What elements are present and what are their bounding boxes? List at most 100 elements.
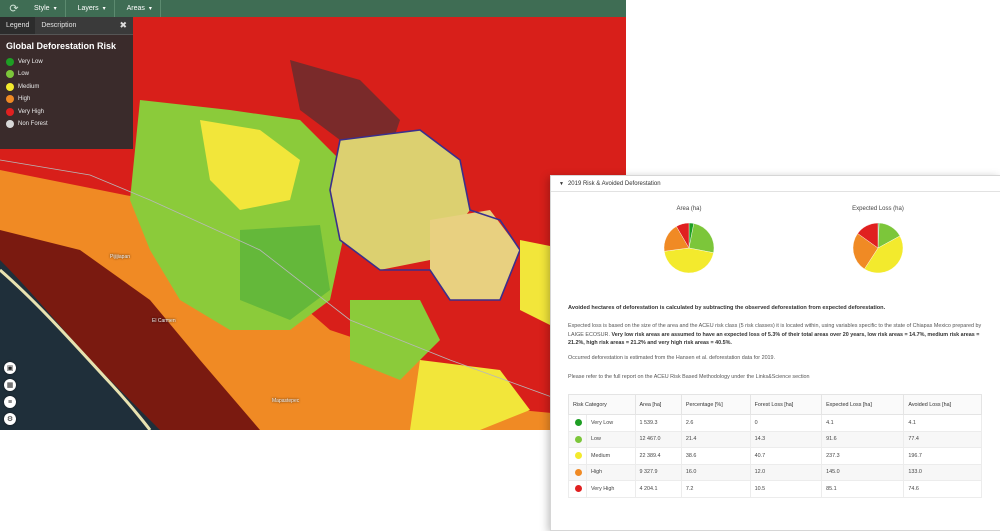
risk-color-dot <box>575 452 582 460</box>
legend-swatch <box>6 107 14 116</box>
legend-item: High <box>6 94 127 105</box>
expected-loss-cell: 4.1 <box>821 414 905 432</box>
forest-loss-cell: 14.3 <box>749 430 823 448</box>
legend-swatch <box>6 82 14 91</box>
place-label: El Carmen <box>152 318 176 324</box>
area-cell: 22 389.4 <box>634 447 682 465</box>
legend-item-label: Non Forest <box>18 121 48 127</box>
area-cell: 9 327.9 <box>634 463 682 481</box>
risk-color-cell <box>568 447 587 465</box>
tab-description[interactable]: Description <box>35 17 82 34</box>
results-header-label: 2019 Risk & Avoided Deforestation <box>567 180 661 187</box>
risk-category-cell: Very High <box>586 480 636 498</box>
expected-explanation: Expected loss is based on the size of th… <box>568 322 988 348</box>
results-header[interactable]: ▼ 2019 Risk & Avoided Deforestation <box>551 176 1000 192</box>
area-pie-block: Area (ha) <box>639 206 739 281</box>
chevron-down-icon: ▾ <box>53 6 57 12</box>
risk-table: Risk Category Area [ha] Percentage [%] F… <box>568 394 982 498</box>
close-icon[interactable]: ✖ <box>113 17 133 34</box>
col-forest-loss: Forest Loss [ha] <box>749 394 823 415</box>
legend-item: Low <box>6 69 127 80</box>
legend-swatch <box>6 70 14 78</box>
area-cell: 12 467.0 <box>634 430 682 448</box>
collapse-triangle-icon[interactable]: ▼ <box>559 181 564 187</box>
expected-loss-cell: 237.3 <box>821 447 905 465</box>
refer-note: Please refer to the full report on the A… <box>568 374 810 380</box>
table-row: Low 12 467.0 21.4 14.3 91.6 77.4 <box>568 430 982 448</box>
legend-item: Very High <box>6 106 127 117</box>
app-screen: ⟳ Style ▾ Layers ▾ Areas ▾ Legend Descripti… <box>0 0 1000 531</box>
percentage-cell: 16.0 <box>680 463 751 481</box>
settings-icon[interactable]: ⚙ <box>4 413 16 425</box>
legend-title: Global Deforestation Risk <box>6 41 117 51</box>
legend-item: Very Low <box>6 56 127 67</box>
legend-swatch <box>6 95 14 103</box>
calendar-icon[interactable]: ▦ <box>4 379 16 391</box>
place-label: Pijijiapan <box>110 254 131 260</box>
list-icon[interactable]: ≡ <box>4 396 16 408</box>
forest-loss-cell: 12.0 <box>749 463 823 481</box>
legend-list: Very Low Low Medium High Very High Non F… <box>0 56 133 130</box>
area-pie-title: Area (ha) <box>676 206 702 212</box>
avoided-loss-cell: 77.4 <box>903 430 982 448</box>
percentage-cell: 2.6 <box>680 414 751 432</box>
menu-layers-label: Layers <box>77 5 99 12</box>
table-header-row: Risk Category Area [ha] Percentage [%] F… <box>568 394 982 415</box>
loss-pie-title: Expected Loss (ha) <box>852 206 904 212</box>
risk-color-dot <box>575 435 582 443</box>
risk-color-dot <box>575 419 582 427</box>
legend-item-label: Very Low <box>18 58 43 65</box>
percentage-cell: 7.2 <box>680 480 751 498</box>
risk-category-cell: High <box>586 463 636 481</box>
legend-item: Medium <box>6 81 127 92</box>
legend-item-label: Medium <box>18 83 40 90</box>
percentage-cell: 38.6 <box>680 447 751 465</box>
risk-color-cell <box>568 463 587 481</box>
save-icon[interactable]: ▣ <box>4 362 16 374</box>
risk-color-cell <box>568 414 587 432</box>
col-risk-category: Risk Category <box>568 394 636 415</box>
risk-color-cell <box>568 480 587 498</box>
avoided-explanation: Avoided hectares of deforestation is cal… <box>568 305 886 311</box>
tab-legend[interactable]: Legend <box>0 17 36 34</box>
expected-explanation-b: Very low risk areas are assumed to have … <box>568 331 980 347</box>
table-row: Very Low 1 539.3 2.6 0 4.1 4.1 <box>568 414 982 432</box>
risk-category-cell: Very Low <box>586 414 636 432</box>
menu-style[interactable]: Style ▾ <box>22 0 66 17</box>
avoided-loss-cell: 196.7 <box>903 447 982 465</box>
menu-layers[interactable]: Layers ▾ <box>66 0 115 17</box>
area-pie-chart <box>663 222 715 274</box>
menu-areas[interactable]: Areas ▾ <box>115 0 161 17</box>
loss-pie-block: Expected Loss (ha) <box>828 206 928 281</box>
legend-item-label: Very High <box>18 108 45 115</box>
avoided-loss-cell: 4.1 <box>903 414 982 432</box>
area-pie-slice-medium <box>663 247 714 274</box>
risk-category-cell: Medium <box>586 447 636 465</box>
avoided-loss-cell: 133.0 <box>903 463 982 481</box>
globe-leaf-icon[interactable]: ⟳ <box>6 0 22 17</box>
forest-loss-cell: 40.7 <box>749 447 823 465</box>
table-row: Very High 4 204.1 7.2 10.5 85.1 74.6 <box>568 480 982 498</box>
legend-panel: Legend Description ✖ Global Deforestatio… <box>0 17 133 149</box>
risk-color-cell <box>568 430 587 448</box>
area-cell: 1 539.3 <box>634 414 682 432</box>
loss-pie-chart <box>852 222 904 274</box>
col-area: Area [ha] <box>634 394 682 415</box>
legend-item-label: Low <box>18 71 30 77</box>
menu-areas-label: Areas <box>126 5 145 12</box>
avoided-loss-cell: 74.6 <box>903 480 982 498</box>
col-percentage: Percentage [%] <box>680 394 751 415</box>
occurred-explanation: Occurred deforestation is estimated from… <box>568 355 776 361</box>
col-expected-loss: Expected Loss [ha] <box>821 394 905 415</box>
results-panel: ▼ 2019 Risk & Avoided Deforestation Area… <box>550 175 1000 531</box>
chevron-down-icon: ▾ <box>102 6 106 12</box>
map-view[interactable]: ⟳ Style ▾ Layers ▾ Areas ▾ Legend Descripti… <box>0 0 626 430</box>
place-label: Mapastepec <box>272 398 300 404</box>
risk-color-dot <box>575 468 582 476</box>
legend-item-label: High <box>18 96 31 102</box>
area-cell: 4 204.1 <box>634 480 682 498</box>
table-row: Medium 22 389.4 38.6 40.7 237.3 196.7 <box>568 447 982 465</box>
legend-swatch <box>6 57 14 66</box>
area-pie-slice-low <box>688 223 715 254</box>
legend-tabs: Legend Description ✖ <box>0 17 133 35</box>
